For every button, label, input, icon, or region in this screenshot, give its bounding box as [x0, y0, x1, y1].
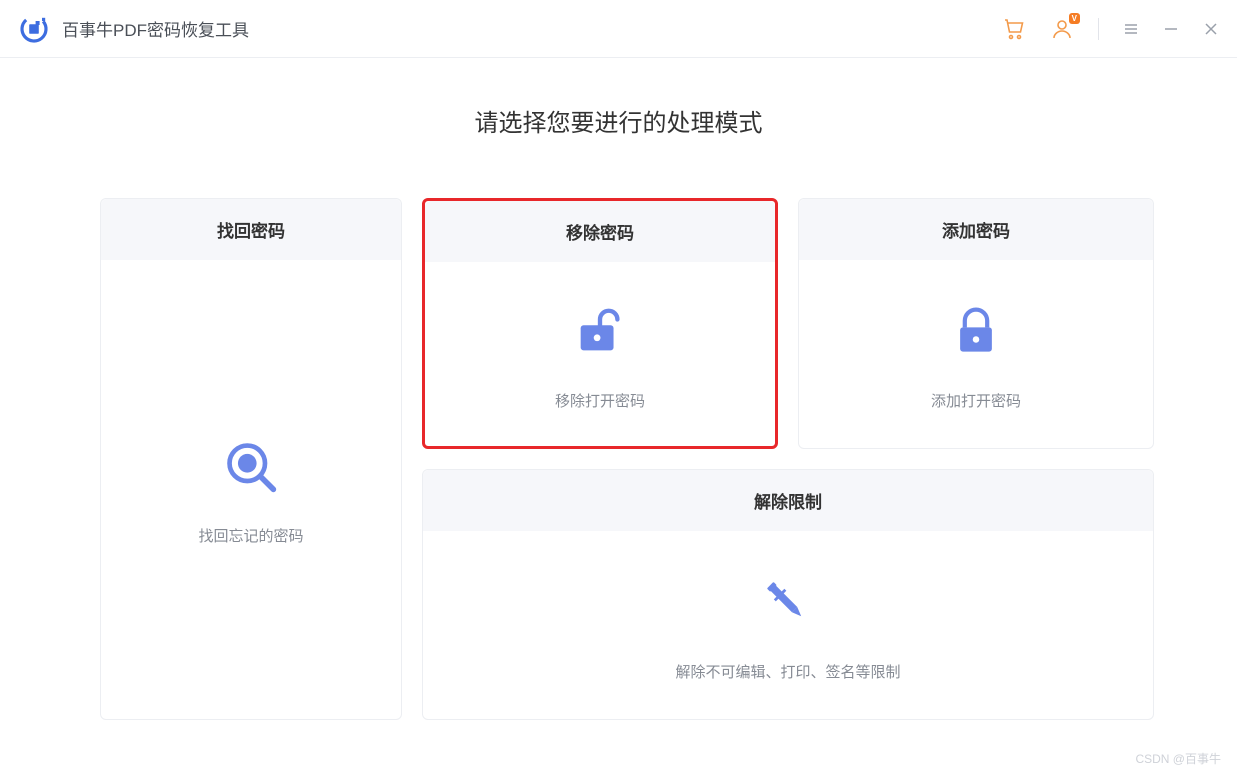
close-icon[interactable] — [1203, 21, 1219, 37]
titlebar-right: V — [1002, 17, 1219, 41]
titlebar: 百事牛PDF密码恢复工具 V — [0, 0, 1237, 58]
card-restrict-body: 解除不可编辑、打印、签名等限制 — [423, 531, 1153, 719]
pencil-icon — [754, 569, 822, 637]
card-remove-title: 移除密码 — [425, 201, 775, 262]
page-heading: 请选择您要进行的处理模式 — [100, 103, 1137, 138]
minimize-icon[interactable] — [1163, 21, 1179, 37]
user-vip-icon[interactable]: V — [1050, 17, 1074, 41]
main-content: 请选择您要进行的处理模式 找回密码 找回忘记的密码 移除密码 — [0, 58, 1237, 720]
card-remove-body: 移除打开密码 — [425, 262, 775, 446]
card-recover-desc: 找回忘记的密码 — [198, 525, 303, 546]
card-add-password[interactable]: 添加密码 添加打开密码 — [798, 198, 1154, 449]
lock-icon — [942, 298, 1010, 366]
cart-icon[interactable] — [1002, 17, 1026, 41]
mode-grid: 找回密码 找回忘记的密码 移除密码 — [100, 198, 1137, 720]
card-remove-desc: 移除打开密码 — [555, 390, 645, 411]
separator — [1098, 18, 1099, 40]
menu-icon[interactable] — [1123, 21, 1139, 37]
unlock-icon — [566, 298, 634, 366]
logo-icon — [18, 13, 50, 45]
search-icon — [217, 433, 285, 501]
card-restrict-title: 解除限制 — [423, 470, 1153, 531]
card-restrict-desc: 解除不可编辑、打印、签名等限制 — [675, 661, 900, 682]
card-add-body: 添加打开密码 — [799, 260, 1153, 448]
card-add-desc: 添加打开密码 — [931, 390, 1021, 411]
card-remove-password[interactable]: 移除密码 移除打开密码 — [422, 198, 778, 449]
card-remove-restriction[interactable]: 解除限制 解除不可编辑、打印、签名等限制 — [422, 469, 1154, 720]
card-recover-body: 找回忘记的密码 — [101, 260, 401, 719]
card-recover-title: 找回密码 — [101, 199, 401, 260]
app-title: 百事牛PDF密码恢复工具 — [62, 16, 249, 41]
titlebar-left: 百事牛PDF密码恢复工具 — [18, 13, 249, 45]
watermark: CSDN @百事牛 — [1135, 750, 1221, 767]
card-add-title: 添加密码 — [799, 199, 1153, 260]
card-recover-password[interactable]: 找回密码 找回忘记的密码 — [100, 198, 402, 720]
